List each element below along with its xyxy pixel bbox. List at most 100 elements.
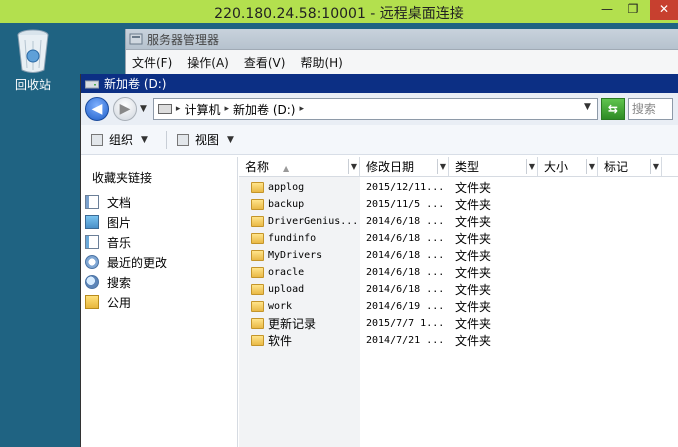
chevron-down-icon[interactable]: ▼ [586,159,597,174]
folder-icon [251,335,264,346]
column-name-label: 名称 [245,160,270,174]
watermark: www.wooyun.org [472,403,660,428]
forward-button[interactable]: ▶ [113,97,137,121]
server-manager-menubar: 文件(F) 操作(A) 查看(V) 帮助(H) [126,50,678,74]
file-row[interactable]: fundinfo 2014/6/18 ... 文件夹 [239,230,538,247]
column-size-label: 大小 [544,160,569,174]
file-name: fundinfo [268,233,317,244]
recycle-bin-label: 回收站 [14,78,51,92]
folder-icon [251,216,264,227]
server-manager-title: 服务器管理器 [147,32,220,47]
column-header-type[interactable]: 类型 ▼ [449,157,538,176]
column-header-name[interactable]: 名称 ▲ ▼ [239,157,360,176]
chevron-down-icon[interactable]: ▼ [348,159,359,174]
explorer-window: 新加卷 (D:) ◀ ▶ ▼ ▸ 计算机 ▸ 新加卷 (D:) ▸ ▼ ⇆ 搜索… [80,74,678,447]
column-header-row: 名称 ▲ ▼ 修改日期 ▼ 类型 ▼ 大小 ▼ 标记 ▼ [239,157,678,177]
restore-button[interactable]: ❐ [620,0,646,18]
documents-icon [85,195,99,209]
music-icon [85,235,99,249]
explorer-title: 新加卷 (D:) [104,77,167,91]
recent-pages-dropdown-icon[interactable]: ▼ [140,104,147,114]
explorer-titlebar[interactable]: 新加卷 (D:) [81,74,678,93]
folder-icon [251,267,264,278]
column-header-tags[interactable]: 标记 ▼ [598,157,662,176]
nav-item-label: 最近的更改 [107,255,168,270]
nav-item-pictures[interactable]: 图片 [81,212,237,232]
nav-item-label: 音乐 [107,235,132,250]
file-name: work [268,301,293,312]
server-manager-icon [129,33,143,45]
file-row[interactable]: MyDrivers 2014/6/18 ... 文件夹 [239,247,538,264]
file-name: upload [268,284,305,295]
file-name: 更新记录 [268,317,317,331]
file-row[interactable]: applog 2015/12/11... 文件夹 [239,179,538,196]
views-button[interactable]: 视图 ▼ [176,131,234,148]
address-history-dropdown-icon[interactable]: ▼ [584,102,591,112]
file-type: 文件夹 [455,232,492,246]
refresh-button[interactable]: ⇆ [600,98,625,120]
folder-icon [85,295,99,309]
column-tags-label: 标记 [604,160,629,174]
chevron-down-icon[interactable]: ▼ [437,159,448,174]
recycle-bin-icon [17,29,49,73]
file-type: 文件夹 [455,215,492,229]
recycle-bin[interactable]: 回收站 [6,28,60,93]
file-row[interactable]: backup 2015/11/5 ... 文件夹 [239,196,538,213]
minimize-button[interactable]: — [594,0,620,18]
close-button[interactable]: ✕ [650,0,678,20]
menu-action[interactable]: 操作(A) [187,54,229,71]
folder-icon [251,182,264,193]
chevron-down-icon[interactable]: ▼ [526,159,537,174]
file-name: DriverGenius... [268,216,359,227]
file-row[interactable]: upload 2014/6/18 ... 文件夹 [239,281,538,298]
file-type: 文件夹 [455,317,492,331]
column-header-date[interactable]: 修改日期 ▼ [360,157,449,176]
views-icon [176,133,189,146]
organize-label: 组织 [109,133,134,147]
file-row[interactable]: work 2014/6/19 ... 文件夹 [239,298,538,315]
column-header-size[interactable]: 大小 ▼ [538,157,598,176]
file-type: 文件夹 [455,266,492,280]
nav-item-recently-changed[interactable]: 最近的更改 [81,252,237,272]
back-arrow-icon: ◀ [91,101,103,117]
address-bar[interactable]: ▸ 计算机 ▸ 新加卷 (D:) ▸ ▼ [152,98,598,120]
breadcrumb-volume[interactable]: 新加卷 (D:) [233,101,295,118]
file-date: 2014/6/19 ... [366,301,445,312]
file-type: 文件夹 [455,249,492,263]
file-row[interactable]: oracle 2014/6/18 ... 文件夹 [239,264,538,281]
menu-view[interactable]: 查看(V) [244,54,286,71]
file-name: applog [268,182,305,193]
back-button[interactable]: ◀ [85,97,109,121]
chevron-right-icon[interactable]: ▸ [299,104,304,114]
search-input[interactable]: 搜索 [627,98,673,120]
refresh-icon: ⇆ [607,102,618,116]
organize-button[interactable]: 组织 ▼ [91,131,148,148]
file-row[interactable]: 更新记录 2015/7/7 1... 文件夹 [239,315,538,332]
chevron-down-icon[interactable]: ▼ [650,159,661,174]
file-date: 2014/6/18 ... [366,267,445,278]
file-row[interactable]: DriverGenius... 2014/6/18 ... 文件夹 [239,213,538,230]
navigation-pane: 收藏夹链接 文档 图片 音乐 最近的更改 搜索 公用 [81,157,238,447]
menu-file[interactable]: 文件(F) [132,54,172,71]
nav-item-label: 搜索 [107,275,132,290]
file-row[interactable]: 软件 2014/7/21 ... 文件夹 [239,332,538,349]
menu-help[interactable]: 帮助(H) [300,54,342,71]
file-name: backup [268,199,305,210]
chevron-right-icon[interactable]: ▸ [224,104,229,114]
nav-item-music[interactable]: 音乐 [81,232,237,252]
chevron-right-icon[interactable]: ▸ [176,104,181,114]
file-type: 文件夹 [455,283,492,297]
recent-changes-icon [85,255,99,269]
nav-item-public[interactable]: 公用 [81,292,237,312]
sort-ascending-icon: ▲ [283,164,290,173]
nav-item-documents[interactable]: 文档 [81,192,237,212]
folder-icon [251,199,264,210]
forward-arrow-icon: ▶ [119,101,131,117]
file-date: 2014/6/18 ... [366,250,445,261]
nav-item-label: 文档 [107,195,132,210]
nav-item-searches[interactable]: 搜索 [81,272,237,292]
nav-item-label: 公用 [107,295,132,310]
breadcrumb-computer[interactable]: 计算机 [184,101,220,118]
server-manager-titlebar[interactable]: 服务器管理器 [126,29,678,50]
folder-icon [251,233,264,244]
